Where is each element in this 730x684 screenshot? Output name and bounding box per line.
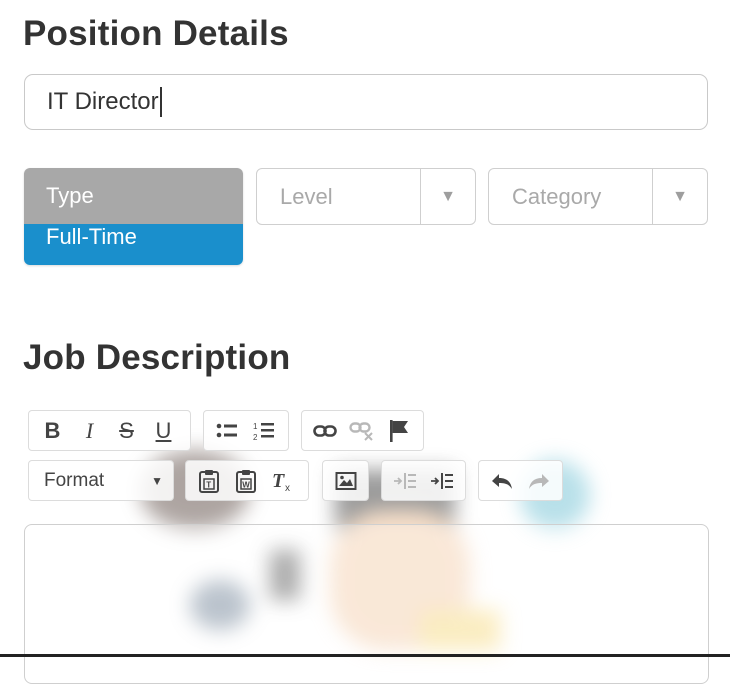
image-button[interactable]: [327, 461, 364, 500]
toolbar-links: [301, 410, 424, 451]
redo-icon: [528, 473, 549, 489]
numbered-list-button[interactable]: 12: [245, 411, 282, 450]
svg-text:1: 1: [253, 422, 258, 431]
indent-icon: [430, 472, 453, 489]
toolbar-clipboard: T W Tx: [185, 460, 309, 501]
svg-text:T: T: [206, 480, 211, 489]
category-placeholder: Category: [512, 183, 602, 209]
position-title-input[interactable]: IT Director: [24, 74, 708, 130]
job-description-editor[interactable]: [24, 524, 709, 684]
numbered-list-icon: 12: [253, 422, 274, 442]
undo-button[interactable]: [483, 461, 520, 500]
remove-format-button[interactable]: Tx: [264, 461, 301, 500]
caret-down-icon: ▼: [151, 474, 163, 488]
position-title-value: IT Director: [47, 88, 159, 115]
increase-indent-button[interactable]: [423, 461, 460, 500]
bold-button[interactable]: B: [34, 411, 71, 450]
toolbar-lists: 12: [203, 410, 289, 451]
category-select[interactable]: Category ▼: [488, 168, 708, 225]
toolbar-indent: [381, 460, 466, 501]
toolbar-image: [322, 460, 369, 501]
image-icon: [335, 471, 356, 490]
type-dropdown-header[interactable]: Type: [24, 168, 243, 224]
toolbar-history: [478, 460, 563, 501]
format-dropdown[interactable]: Format ▼: [28, 460, 174, 501]
triangle-down-icon[interactable]: ▼: [652, 169, 707, 224]
level-select[interactable]: Level ▼: [256, 168, 476, 225]
toolbar-basic-styles: B I S U: [28, 410, 191, 451]
paste-word-button[interactable]: W: [227, 461, 264, 500]
flag-icon: [389, 419, 408, 442]
remove-format-icon: Tx: [272, 470, 290, 493]
format-label: Format: [44, 469, 105, 491]
paste-text-button[interactable]: T: [190, 461, 227, 500]
position-details-heading: Position Details: [23, 14, 289, 53]
link-icon: [312, 424, 337, 437]
strikethrough-button[interactable]: S: [108, 411, 145, 450]
svg-text:2: 2: [253, 433, 258, 442]
italic-button[interactable]: I: [71, 411, 108, 450]
triangle-down-icon[interactable]: ▼: [420, 169, 475, 224]
redo-button[interactable]: [520, 461, 557, 500]
unlink-button[interactable]: [343, 411, 380, 450]
svg-text:T: T: [272, 470, 285, 492]
undo-icon: [491, 473, 512, 489]
paste-text-icon: T: [198, 469, 219, 493]
paste-word-icon: W: [235, 469, 256, 493]
svg-text:x: x: [285, 483, 290, 493]
type-dropdown[interactable]: Type Full-Time: [24, 168, 243, 265]
link-button[interactable]: [306, 411, 343, 450]
type-option-full-time[interactable]: Full-Time: [24, 224, 243, 265]
svg-text:W: W: [242, 480, 250, 489]
outdent-icon: [393, 472, 416, 489]
bulleted-list-icon: [216, 423, 237, 437]
job-description-heading: Job Description: [23, 338, 291, 377]
unlink-icon: [348, 421, 373, 441]
level-placeholder: Level: [280, 183, 333, 209]
text-caret: [159, 87, 162, 117]
decrease-indent-button[interactable]: [386, 461, 423, 500]
anchor-button[interactable]: [380, 411, 417, 450]
underline-button[interactable]: U: [145, 411, 182, 450]
bulleted-list-button[interactable]: [208, 411, 245, 450]
